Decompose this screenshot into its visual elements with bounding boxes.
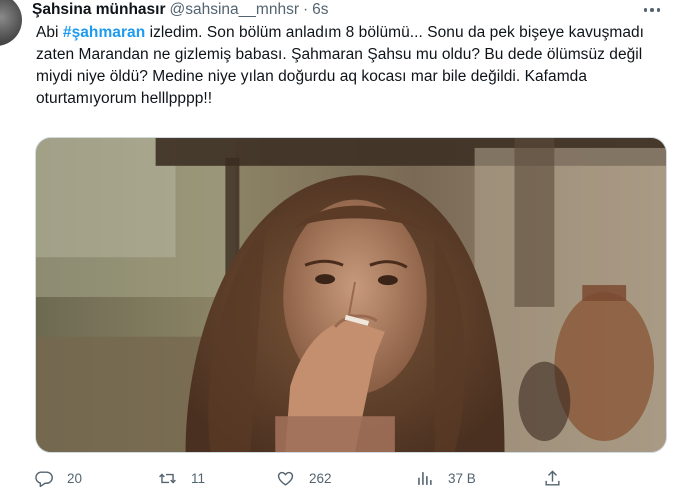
views-button[interactable]: 37 B (415, 466, 476, 490)
tweet-media-image[interactable] (35, 137, 667, 453)
timestamp[interactable]: 6s (312, 1, 328, 19)
retweet-icon (159, 473, 176, 483)
reply-count: 20 (67, 470, 83, 486)
more-horizontal-icon[interactable] (640, 0, 664, 20)
tweet-actions: 20 11 262 37 B (32, 466, 672, 490)
reply-bubble-icon (35, 470, 53, 487)
tweet-text-start: Abi (36, 24, 63, 41)
separator-dot: · (302, 1, 309, 18)
view-count: 37 B (448, 470, 476, 486)
views-bar-chart-icon (418, 471, 432, 485)
user-handle[interactable]: @sahsina__mnhsr (170, 1, 299, 19)
reply-button[interactable]: 20 (34, 466, 82, 490)
like-button[interactable]: 262 (276, 466, 332, 490)
retweet-button[interactable]: 11 (158, 466, 205, 490)
photo-woman-smoking (36, 138, 666, 452)
retweet-count: 11 (191, 470, 206, 486)
display-name[interactable]: Şahsina münhasır (32, 1, 166, 19)
tweet-text: Abi #şahmaran izledim. Son bölüm anladım… (36, 22, 672, 110)
like-count: 262 (309, 470, 332, 486)
tweet-header: Şahsina münhasır @sahsina__mnhsr · 6s (32, 0, 329, 20)
share-button[interactable] (543, 466, 562, 490)
avatar[interactable] (0, 0, 22, 46)
hashtag-link[interactable]: #şahmaran (63, 24, 145, 41)
share-upload-icon (545, 469, 560, 486)
heart-icon (277, 471, 294, 486)
